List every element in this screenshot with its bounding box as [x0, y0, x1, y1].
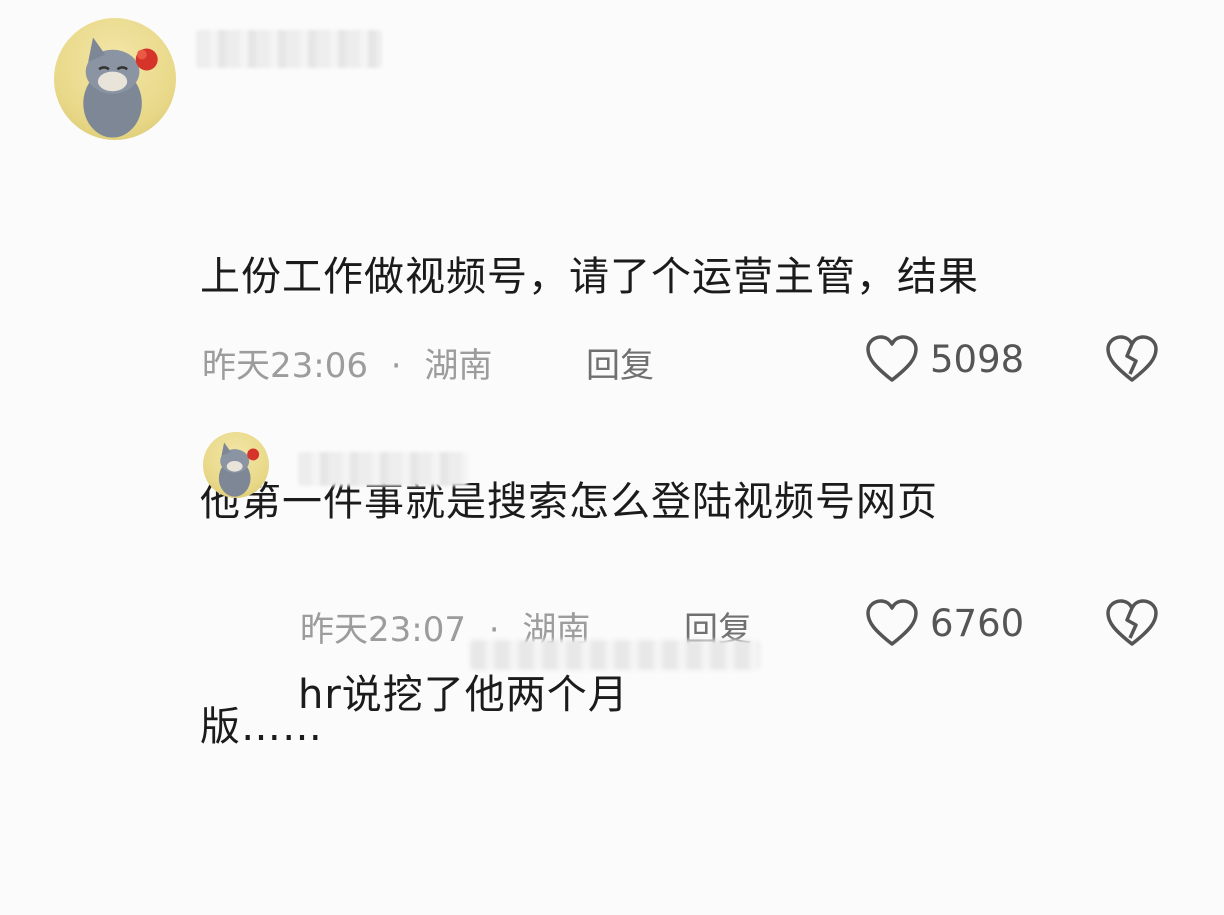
heart-outline-icon: [864, 334, 920, 384]
avatar[interactable]: [54, 18, 176, 140]
timestamp: 昨天23:07: [300, 610, 466, 650]
dislike-button[interactable]: [1104, 334, 1160, 384]
like-count: 6760: [930, 601, 1025, 645]
cat-avatar-icon: [218, 442, 260, 497]
watermark: [470, 640, 760, 670]
broken-heart-icon: [1104, 598, 1160, 648]
like-button[interactable]: 6760: [864, 598, 1024, 648]
avatar[interactable]: [203, 432, 269, 498]
timestamp: 昨天23:06: [202, 346, 368, 386]
dislike-button[interactable]: [1104, 598, 1160, 648]
username[interactable]: [298, 452, 468, 486]
like-button[interactable]: 5098: [864, 334, 1024, 384]
username[interactable]: [196, 30, 382, 68]
comment-text-line: 上份工作做视频号，请了个运营主管，结果: [200, 254, 979, 300]
like-count: 5098: [930, 337, 1025, 381]
broken-heart-icon: [1104, 334, 1160, 384]
comment-meta: 昨天23:06 · 湖南: [202, 338, 492, 387]
location: 湖南: [424, 346, 493, 386]
cat-avatar-icon: [83, 37, 158, 138]
separator: ·: [390, 346, 402, 386]
reply-button[interactable]: 回复: [586, 338, 654, 387]
comment-text: hr说挖了他两个月: [298, 508, 1178, 883]
heart-outline-icon: [864, 598, 920, 648]
